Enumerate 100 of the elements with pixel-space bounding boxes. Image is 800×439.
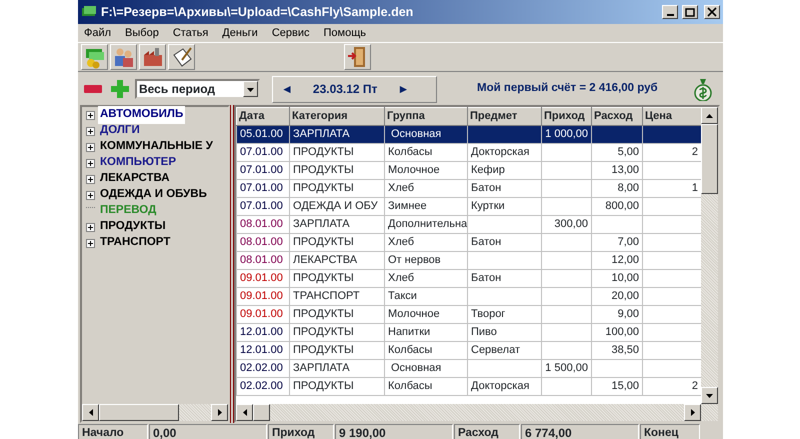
scroll-right-button[interactable] [211, 404, 228, 421]
menu-item[interactable]: Сервис [272, 24, 310, 42]
money-bag-icon [694, 77, 712, 101]
tree-item[interactable]: ОДЕЖДА И ОБУВЬ [98, 186, 209, 204]
table-cell [542, 162, 592, 180]
status-value: 6 774,00 [521, 424, 639, 439]
table-cell: Сервелат [468, 342, 542, 360]
column-header[interactable]: Категория [290, 108, 384, 126]
period-dropdown[interactable]: Весь период [135, 79, 260, 99]
status-label: Приход [268, 424, 334, 439]
column-header[interactable]: Дата [236, 108, 290, 126]
maximize-button[interactable] [682, 5, 698, 19]
app-icon [81, 5, 97, 19]
table-cell: ТРАНСПОРТ [290, 288, 384, 306]
table-row[interactable]: 05.01.00 ЗАРПЛАТА Основная 1 000,00 [236, 126, 702, 144]
toolbar-button[interactable] [110, 44, 137, 70]
scroll-right-button[interactable] [684, 404, 701, 421]
table-cell: Молочное [384, 306, 468, 324]
table-cell: 07.01.00 [236, 198, 290, 216]
table-row[interactable]: 02.02.00 ПРОДУКТЫ Колбасы Докторская 15,00 2 [236, 378, 702, 396]
expand-icon[interactable] [86, 158, 95, 168]
table-cell: Хлеб [384, 234, 468, 252]
table-row[interactable]: 12.01.00 ПРОДУКТЫ Колбасы Сервелат 38,50 [236, 342, 702, 360]
table-cell: 8,00 [592, 180, 642, 198]
table-cell [542, 198, 592, 216]
tree-item[interactable]: ЛЕКАРСТВА [98, 170, 172, 188]
status-label: Начало [78, 424, 148, 439]
menu-item[interactable]: Помощь [324, 24, 366, 42]
splitter[interactable] [230, 105, 234, 423]
table-cell: Такси [384, 288, 468, 306]
menu-item[interactable]: Деньги [222, 24, 258, 42]
table-cell: ПРОДУКТЫ [290, 378, 384, 396]
scroll-left-button[interactable] [82, 404, 99, 421]
table-row[interactable]: 07.01.00 ОДЕЖДА И ОБУ Зимнее Куртки 800,00 [236, 198, 702, 216]
table-row[interactable]: 08.01.00 ПРОДУКТЫ Хлеб Батон 7,00 [236, 234, 702, 252]
menu-item[interactable]: Файл [84, 24, 112, 42]
expand-icon[interactable] [86, 126, 95, 136]
tree-item[interactable]: КОММУНАЛЬНЫЕ У [98, 138, 215, 156]
previous-date-button[interactable]: ◄ [281, 80, 293, 98]
vertical-scrollbar[interactable] [701, 107, 718, 404]
scroll-down-button[interactable] [701, 387, 718, 404]
table-row[interactable]: 09.01.00 ПРОДУКТЫ Хлеб Батон 10,00 [236, 270, 702, 288]
table-row[interactable]: 07.01.00 ПРОДУКТЫ Хлеб Батон 8,00 1 [236, 180, 702, 198]
dropdown-arrow-icon [247, 88, 254, 92]
arrow-icon [242, 409, 246, 416]
column-header[interactable]: Приход [542, 108, 592, 126]
tree-item[interactable]: КОМПЬЮТЕР [98, 154, 178, 172]
expand-icon[interactable] [86, 174, 95, 184]
scroll-up-button[interactable] [701, 107, 718, 124]
tree-item[interactable]: ДОЛГИ [98, 122, 142, 140]
minimize-button[interactable] [662, 5, 678, 19]
expand-icon[interactable] [86, 238, 95, 248]
table-cell: 12.01.00 [236, 342, 290, 360]
table-row[interactable]: 08.01.00 ЛЕКАРСТВА От нервов 12,00 [236, 252, 702, 270]
scrollbar-thumb[interactable] [701, 124, 718, 194]
column-header[interactable]: Расход [592, 108, 642, 126]
window-title: F:\=Резерв=\Архивы\=Upload=\CashFly\Sample.den [101, 4, 414, 21]
table-row[interactable]: 09.01.00 ПРОДУКТЫ Молочное Творог 9,00 [236, 306, 702, 324]
scrollbar-thumb[interactable] [253, 404, 270, 421]
scrollbar-thumb[interactable] [99, 404, 179, 421]
column-header[interactable]: Группа [384, 108, 468, 126]
arrow-icon [690, 409, 694, 416]
table-cell: 100,00 [592, 324, 642, 342]
tree-item[interactable]: АВТОМОБИЛЬ [98, 106, 186, 124]
arrow-icon [218, 409, 222, 416]
table-cell: Батон [468, 270, 542, 288]
column-header[interactable]: Цена [642, 108, 702, 126]
toolbar-button[interactable] [168, 44, 195, 70]
tree-item[interactable]: ТРАНСПОРТ [98, 234, 172, 252]
expand-icon[interactable] [86, 110, 95, 120]
scroll-left-button[interactable] [236, 404, 253, 421]
expand-icon[interactable] [86, 142, 95, 152]
table-cell [542, 378, 592, 396]
tree-item[interactable]: ПРОДУКТЫ [98, 218, 168, 236]
table-cell: ПРОДУКТЫ [290, 324, 384, 342]
table-cell: ПРОДУКТЫ [290, 180, 384, 198]
table-cell: 7,00 [592, 234, 642, 252]
table-cell: 07.01.00 [236, 180, 290, 198]
expand-icon[interactable] [86, 222, 95, 232]
menu-item[interactable]: Выбор [125, 24, 159, 42]
table-cell: Батон [468, 234, 542, 252]
table-row[interactable]: 12.01.00 ПРОДУКТЫ Напитки Пиво 100,00 [236, 324, 702, 342]
status-value: 0,00 [149, 424, 267, 439]
table-cell [542, 144, 592, 162]
table-cell [542, 234, 592, 252]
horizontal-scrollbar[interactable] [236, 404, 718, 421]
table-cell [542, 252, 592, 270]
horizontal-scrollbar[interactable] [82, 404, 228, 421]
table-row[interactable]: 09.01.00 ТРАНСПОРТ Такси 20,00 [236, 288, 702, 306]
table-cell: 08.01.00 [236, 216, 290, 234]
next-date-button[interactable]: ► [397, 80, 410, 98]
exit-button[interactable] [344, 44, 371, 70]
close-button[interactable] [704, 5, 720, 19]
column-header[interactable]: Предмет [468, 108, 542, 126]
table-row[interactable]: 02.02.00 ЗАРПЛАТА Основная 1 500,00 [236, 360, 702, 378]
table-row[interactable]: 07.01.00 ПРОДУКТЫ Молочное Кефир 13,00 [236, 162, 702, 180]
table-row[interactable]: 07.01.00 ПРОДУКТЫ Колбасы Докторская 5,00 2 [236, 144, 702, 162]
toolbar-button[interactable] [139, 44, 166, 70]
expand-icon[interactable] [86, 190, 95, 200]
menu-item[interactable]: Статья [172, 24, 208, 42]
